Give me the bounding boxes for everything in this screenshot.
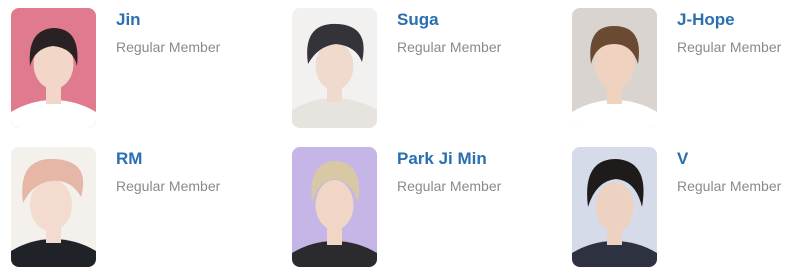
- portrait-image: [11, 147, 96, 267]
- member-card-suga[interactable]: Suga Regular Member: [292, 8, 552, 130]
- member-card-v[interactable]: V Regular Member: [572, 147, 810, 269]
- member-name[interactable]: V: [677, 149, 688, 169]
- member-role: Regular Member: [677, 39, 782, 55]
- member-name[interactable]: Suga: [397, 10, 439, 30]
- member-role: Regular Member: [116, 178, 221, 194]
- member-photo[interactable]: [11, 147, 96, 267]
- member-photo[interactable]: [292, 8, 377, 128]
- member-photo[interactable]: [292, 147, 377, 267]
- member-card-park-ji-min[interactable]: Park Ji Min Regular Member: [292, 147, 552, 269]
- member-card-rm[interactable]: RM Regular Member: [11, 147, 271, 269]
- member-role: Regular Member: [397, 178, 502, 194]
- member-role: Regular Member: [677, 178, 782, 194]
- member-photo[interactable]: [11, 8, 96, 128]
- member-name[interactable]: Park Ji Min: [397, 149, 487, 169]
- member-card-j-hope[interactable]: J-Hope Regular Member: [572, 8, 810, 130]
- member-photo[interactable]: [572, 147, 657, 267]
- portrait-image: [292, 8, 377, 128]
- portrait-image: [11, 8, 96, 128]
- portrait-image: [572, 8, 657, 128]
- member-name[interactable]: RM: [116, 149, 142, 169]
- member-name[interactable]: J-Hope: [677, 10, 735, 30]
- member-grid: Jin Regular Member Suga Regular Member J…: [0, 0, 810, 276]
- member-role: Regular Member: [116, 39, 221, 55]
- portrait-image: [292, 147, 377, 267]
- portrait-image: [572, 147, 657, 267]
- member-name[interactable]: Jin: [116, 10, 141, 30]
- member-photo[interactable]: [572, 8, 657, 128]
- member-card-jin[interactable]: Jin Regular Member: [11, 8, 271, 130]
- member-role: Regular Member: [397, 39, 502, 55]
